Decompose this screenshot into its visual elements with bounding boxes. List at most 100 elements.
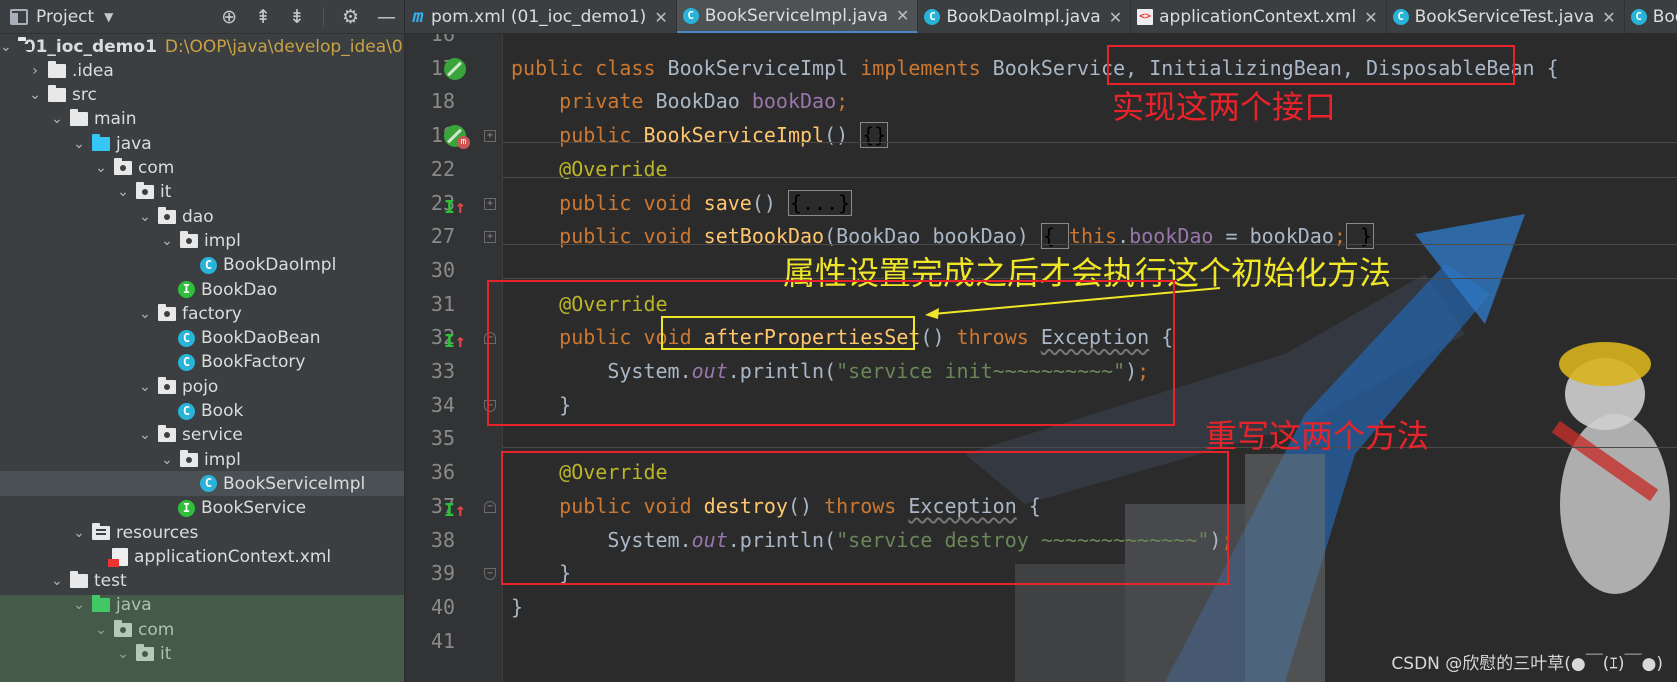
tree-item-label: service xyxy=(182,425,243,446)
collapse-all-icon[interactable]: ⇟ xyxy=(289,6,305,28)
chevron-down-icon[interactable]: ⌄ xyxy=(116,184,130,200)
code-token: } xyxy=(1345,223,1375,250)
chevron-down-icon[interactable]: ⌄ xyxy=(138,379,152,395)
close-icon[interactable]: ✕ xyxy=(896,6,909,25)
chevron-down-icon[interactable]: ⌄ xyxy=(0,39,12,55)
tree-item[interactable]: ⌄ dao xyxy=(0,204,404,229)
tree-item[interactable]: C BookFactory xyxy=(0,350,404,375)
code-token: private xyxy=(559,89,656,114)
chevron-down-icon[interactable]: ⌄ xyxy=(160,452,174,468)
tree-item[interactable]: ⌄ com xyxy=(0,156,404,181)
code-line[interactable]: 23 I↑ + public void save() {...} xyxy=(405,186,1677,221)
collapse-fold-icon[interactable]: − xyxy=(484,500,496,513)
chevron-down-icon[interactable]: ⌄ xyxy=(50,573,64,589)
editor-tab[interactable]: CBookDaoBean.java✕ xyxy=(1625,0,1677,33)
chevron-right-icon[interactable]: › xyxy=(28,63,42,79)
tree-item[interactable]: I BookService xyxy=(0,496,404,521)
code-editor[interactable]: 16 17 public class BookServiceImpl impleme… xyxy=(405,34,1677,682)
code-token: () xyxy=(824,123,861,148)
chevron-down-icon[interactable]: ⌄ xyxy=(72,136,86,152)
chevron-down-icon[interactable]: ⌄ xyxy=(138,306,152,322)
expand-all-icon[interactable]: ⇞ xyxy=(255,6,271,28)
chevron-down-icon[interactable]: ⌄ xyxy=(28,87,42,103)
tree-item[interactable]: ⌄ java xyxy=(0,131,404,156)
maven-icon: m xyxy=(412,6,424,27)
code-token: save xyxy=(703,190,752,215)
folder-icon xyxy=(48,60,66,78)
code-text[interactable]: } xyxy=(503,590,523,625)
tab-label: BookServiceTest.java xyxy=(1414,7,1595,27)
implement-note: 实现这两个接口 xyxy=(1112,88,1337,126)
tree-item[interactable]: › .idea xyxy=(0,58,404,83)
method-separator xyxy=(503,142,1677,143)
code-text[interactable]: public void save() {...} xyxy=(503,186,853,221)
background-image-overlay xyxy=(0,595,404,682)
editor-tab[interactable]: C BookServiceImpl.java ✕ xyxy=(676,0,919,33)
tree-item[interactable]: ⌄ it xyxy=(0,180,404,205)
code-line[interactable]: 40} xyxy=(405,590,1677,625)
line-number: 38 xyxy=(430,527,455,552)
chevron-down-icon[interactable]: ⌄ xyxy=(138,427,152,443)
chevron-down-icon[interactable]: ⌄ xyxy=(138,209,152,225)
source-folder-icon xyxy=(92,133,110,151)
tree-item-label: com xyxy=(138,158,175,178)
tree-item[interactable]: ⌄ impl xyxy=(0,447,404,472)
code-line[interactable]: 18 private BookDao bookDao; xyxy=(405,84,1677,119)
line-number: 16 xyxy=(430,34,455,46)
locate-icon[interactable]: ⊕ xyxy=(221,6,237,28)
editor-tab[interactable]: C BookServiceTest.java ✕ xyxy=(1387,0,1625,33)
tree-item[interactable]: ⌄ test xyxy=(0,569,404,594)
tree-item[interactable]: ⌄ 01_ioc_demo1 D:\OOP\java\develop_idea\01 xyxy=(0,34,404,59)
tree-item[interactable]: ⌄ src xyxy=(0,83,404,108)
spring-bean-icon[interactable] xyxy=(444,57,466,80)
expand-fold-icon[interactable]: + xyxy=(484,197,496,210)
code-text[interactable]: private BookDao bookDao; xyxy=(503,84,848,119)
tree-item[interactable]: C BookDaoBean xyxy=(0,326,404,351)
tree-item-label: Book xyxy=(201,401,244,421)
tree-item-label: java xyxy=(116,133,152,154)
tree-item[interactable]: C Book xyxy=(0,399,404,424)
tree-item[interactable]: ⌄ factory xyxy=(0,301,404,326)
code-text[interactable]: public BookServiceImpl() {} xyxy=(503,118,889,153)
tree-item-label: BookDaoBean xyxy=(201,328,321,349)
minimize-icon[interactable]: — xyxy=(377,6,396,28)
chevron-down-icon[interactable]: ⌄ xyxy=(72,525,86,541)
gear-icon[interactable]: ⚙ xyxy=(342,6,359,28)
expand-fold-icon[interactable]: + xyxy=(484,130,496,143)
tree-item[interactable]: ⌄ resources xyxy=(0,520,404,545)
code-line[interactable]: 19 m + public BookServiceImpl() {} xyxy=(405,118,1677,153)
code-token: BookServiceImpl xyxy=(643,123,825,148)
editor-tab[interactable]: <> applicationContext.xml ✕ xyxy=(1131,0,1387,33)
tree-item[interactable]: I BookDao xyxy=(0,277,404,302)
tree-item[interactable]: ⌄ impl xyxy=(0,228,404,253)
tree-item[interactable]: applicationContext.xml xyxy=(0,544,404,569)
close-icon[interactable]: ✕ xyxy=(1364,8,1377,27)
class-icon: C xyxy=(178,329,195,347)
tree-item[interactable]: C BookDaoImpl xyxy=(0,253,404,278)
chevron-down-icon[interactable]: ⌄ xyxy=(94,160,108,176)
editor-tabs: m pom.xml (01_ioc_demo1) ✕ C BookServiceImpl… xyxy=(405,0,1677,34)
chevron-down-icon[interactable]: ⌄ xyxy=(160,233,174,249)
code-text[interactable]: @Override xyxy=(503,152,667,187)
chevron-down-icon[interactable]: ▼ xyxy=(104,10,113,24)
tree-item[interactable]: ⌄ service xyxy=(0,423,404,448)
tab-label: pom.xml (01_ioc_demo1) xyxy=(431,7,647,27)
editor-tab[interactable]: m pom.xml (01_ioc_demo1) ✕ xyxy=(405,0,677,33)
close-icon[interactable]: ✕ xyxy=(654,8,667,27)
editor-tab[interactable]: C BookDaoImpl.java ✕ xyxy=(918,0,1132,33)
close-icon[interactable]: ✕ xyxy=(1109,8,1122,27)
expand-fold-icon[interactable]: + xyxy=(484,231,496,244)
tree-item[interactable]: ⌄ main xyxy=(0,107,404,132)
tree-item[interactable]: C BookServiceImpl xyxy=(0,471,404,497)
tree-item-label: impl xyxy=(204,449,241,470)
chevron-down-icon[interactable]: ⌄ xyxy=(50,111,64,127)
tree-item[interactable]: ⌄ pojo xyxy=(0,374,404,399)
project-panel-title[interactable]: Project xyxy=(36,7,94,27)
close-icon[interactable]: ✕ xyxy=(1602,8,1615,27)
tree-item-label: dao xyxy=(182,206,214,227)
resources-folder-icon xyxy=(92,522,110,540)
collapse-fold-icon[interactable]: − xyxy=(484,568,496,581)
code-line[interactable]: 22 @Override xyxy=(405,152,1677,187)
tree-item-label: src xyxy=(72,85,97,106)
